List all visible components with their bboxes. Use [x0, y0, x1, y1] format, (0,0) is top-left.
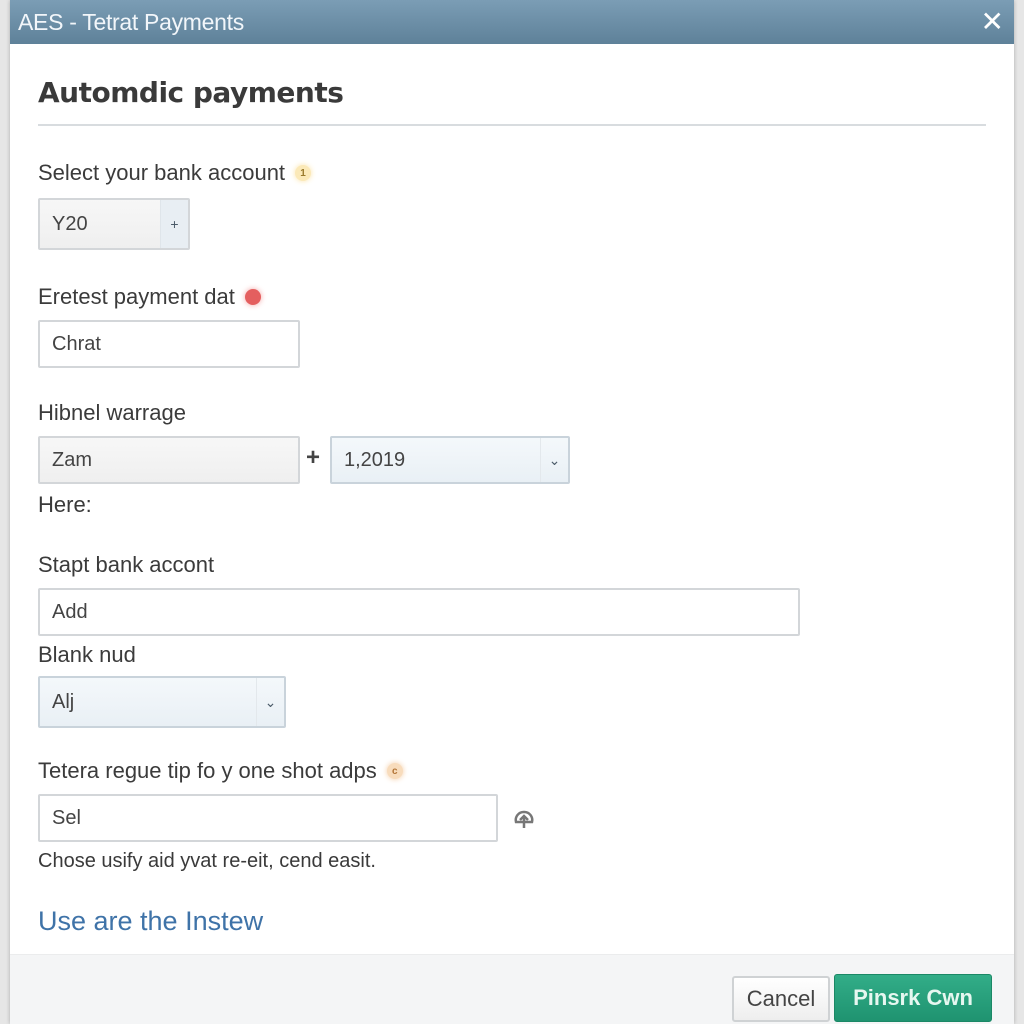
close-icon[interactable]: ✕: [981, 8, 1004, 36]
warrage-helper: Here:: [38, 492, 92, 517]
required-badge-icon: [244, 289, 261, 305]
spinner-icon[interactable]: +: [160, 200, 188, 248]
upload-icon[interactable]: [510, 804, 538, 832]
warrage-left-input[interactable]: Zam: [38, 436, 300, 484]
warrage-label-text: Hibnel warrage: [38, 400, 186, 425]
warrage-date-select[interactable]: 1,2019 ⌄: [330, 436, 570, 484]
blank-nud-label-text: Blank nud: [38, 642, 136, 667]
plus-joiner: +: [306, 444, 321, 471]
info-badge-icon: 1: [295, 165, 312, 181]
blank-nud-value: Alj: [52, 690, 75, 713]
payment-date-input[interactable]: Chrat: [38, 320, 300, 368]
cancel-button[interactable]: Cancel: [732, 976, 830, 1022]
one-shot-value: Sel: [52, 806, 81, 829]
start-bank-account-value: Add: [52, 600, 88, 623]
info-badge-icon: c: [386, 763, 403, 779]
chevron-down-icon[interactable]: ⌄: [256, 678, 284, 726]
bank-account-label: Select your bank account 1: [38, 160, 312, 186]
payment-date-label-text: Eretest payment dat: [38, 284, 235, 309]
form-content: Automdic payments Select your bank accou…: [10, 44, 1014, 954]
payment-date-label: Eretest payment dat: [38, 284, 261, 310]
dialog-window: AES - Tetrat Payments ✕ Automdic payment…: [10, 0, 1014, 1024]
heading-divider: [38, 124, 986, 126]
blank-nud-label: Blank nud: [38, 642, 136, 668]
title-bar: AES - Tetrat Payments ✕: [10, 0, 1014, 44]
primary-button[interactable]: Pinsrk Cwn: [834, 974, 992, 1022]
bank-account-value: Y20: [52, 212, 88, 235]
start-bank-account-label: Stapt bank accont: [38, 552, 214, 578]
one-shot-label: Tetera regue tip fo y one shot adps c: [38, 758, 403, 784]
warrage-date-value: 1,2019: [344, 448, 406, 471]
warrage-left-value: Zam: [52, 448, 92, 471]
one-shot-label-text: Tetera regue tip fo y one shot adps: [38, 758, 377, 783]
instew-link[interactable]: Use are the Instew: [38, 906, 263, 937]
one-shot-helper: Chose usify aid yvat re-eit, cend easit.: [38, 850, 376, 872]
start-bank-account-label-text: Stapt bank accont: [38, 552, 215, 577]
bank-account-label-text: Select your bank account: [38, 160, 286, 185]
bank-account-select[interactable]: Y20 +: [38, 198, 190, 250]
start-bank-account-input[interactable]: Add: [38, 588, 800, 636]
payment-date-value: Chrat: [52, 332, 101, 355]
one-shot-input[interactable]: Sel: [38, 794, 498, 842]
warrage-label: Hibnel warrage: [38, 400, 186, 426]
chevron-down-icon[interactable]: ⌄: [540, 438, 568, 482]
blank-nud-select[interactable]: Alj ⌄: [38, 676, 286, 728]
window-title: AES - Tetrat Payments: [18, 8, 244, 35]
page-title: Automdic payments: [38, 76, 344, 109]
